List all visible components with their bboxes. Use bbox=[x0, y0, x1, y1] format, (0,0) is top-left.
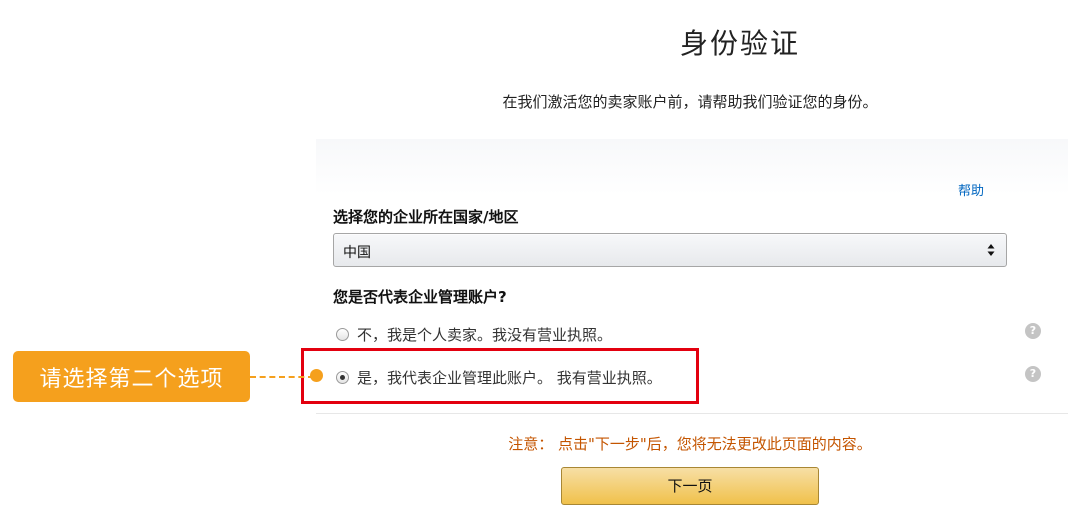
help-question-icon[interactable]: ? bbox=[1025, 323, 1041, 339]
next-button[interactable]: 下一页 bbox=[561, 467, 819, 505]
country-select[interactable]: 中国 bbox=[333, 233, 1007, 267]
help-link[interactable]: 帮助 bbox=[958, 180, 984, 199]
divider bbox=[316, 413, 1068, 414]
notice-text: 注意： 点击"下一步"后，您将无法更改此页面的内容。 bbox=[508, 435, 872, 453]
select-updown-icon bbox=[987, 244, 995, 256]
callout-connector bbox=[250, 376, 314, 378]
radio-individual[interactable] bbox=[336, 327, 349, 341]
option-individual-label: 不，我是个人卖家。我没有营业执照。 bbox=[357, 325, 613, 344]
highlight-box bbox=[301, 348, 699, 404]
page-subtitle: 在我们激活您的卖家账户前，请帮助我们验证您的身份。 bbox=[502, 93, 878, 111]
page-title: 身份验证 bbox=[679, 27, 800, 60]
country-label: 选择您的企业所在国家/地区 bbox=[333, 208, 519, 226]
help-question-icon[interactable]: ? bbox=[1025, 366, 1041, 382]
section-shade bbox=[316, 139, 1068, 195]
option-individual[interactable]: 不，我是个人卖家。我没有营业执照。 bbox=[336, 322, 612, 346]
country-select-value: 中国 bbox=[343, 245, 371, 261]
callout-dot bbox=[310, 369, 323, 382]
callout-label: 请选择第二个选项 bbox=[13, 351, 250, 402]
business-question-label: 您是否代表企业管理账户? bbox=[333, 288, 507, 306]
